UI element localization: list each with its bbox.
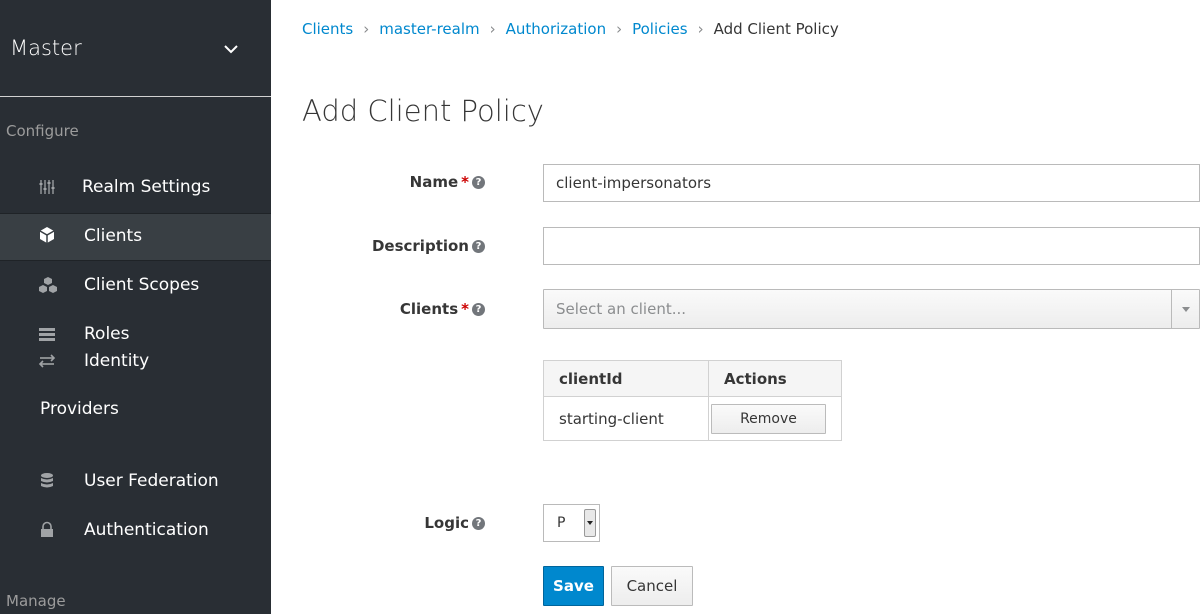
help-icon[interactable]: ? bbox=[472, 516, 485, 530]
required-marker: * bbox=[461, 300, 469, 318]
save-button[interactable]: Save bbox=[543, 566, 604, 606]
breadcrumb-separator: › bbox=[616, 20, 623, 38]
sidebar-item-user-federation[interactable]: User Federation bbox=[0, 458, 271, 506]
chevron-down-icon bbox=[224, 45, 238, 54]
sliders-icon bbox=[39, 180, 55, 194]
sidebar-item-label: Clients bbox=[84, 226, 143, 246]
description-label: Description ? bbox=[372, 237, 485, 255]
sidebar-item-client-scopes[interactable]: Client Scopes bbox=[0, 262, 271, 310]
clients-label-text: Clients bbox=[399, 300, 459, 318]
breadcrumb-link-policies[interactable]: Policies bbox=[632, 20, 687, 38]
breadcrumb-separator: › bbox=[489, 20, 496, 38]
breadcrumb-current: Add Client Policy bbox=[713, 20, 839, 38]
table-header-row: clientId Actions bbox=[543, 360, 842, 397]
cell-actions: Remove bbox=[708, 396, 842, 441]
logic-label: Logic ? bbox=[424, 514, 485, 532]
sidebar-item-label: Client Scopes bbox=[84, 275, 200, 295]
breadcrumb-separator: › bbox=[363, 20, 370, 38]
help-icon[interactable]: ? bbox=[472, 239, 485, 253]
breadcrumb: Clients › master-realm › Authorization › Polic… bbox=[302, 20, 839, 38]
clients-table: clientId Actions starting-client Remove bbox=[543, 360, 842, 441]
column-header-clientid: clientId bbox=[543, 360, 709, 397]
breadcrumb-link-clients[interactable]: Clients bbox=[302, 20, 353, 38]
breadcrumb-link-master-realm[interactable]: master-realm bbox=[379, 20, 479, 38]
caret-down-icon bbox=[1182, 307, 1190, 312]
clients-select[interactable]: Select an client... bbox=[543, 289, 1200, 329]
cancel-button[interactable]: Cancel bbox=[611, 566, 693, 606]
sidebar: Master Configure Realm Settings Clients … bbox=[0, 0, 271, 614]
description-input[interactable] bbox=[543, 227, 1200, 265]
logic-select-value: P bbox=[557, 515, 566, 531]
caret-down-icon bbox=[587, 521, 593, 525]
sidebar-item-identity-providers[interactable]: Identity Providers bbox=[0, 336, 271, 419]
help-icon[interactable]: ? bbox=[472, 302, 485, 316]
clients-select-placeholder: Select an client... bbox=[556, 300, 687, 318]
section-label-manage: Manage bbox=[6, 592, 66, 610]
sidebar-item-label: Realm Settings bbox=[82, 177, 211, 197]
realm-selector[interactable]: Master bbox=[0, 0, 271, 97]
database-icon bbox=[41, 473, 53, 488]
clients-select-toggle[interactable] bbox=[1171, 290, 1199, 328]
sidebar-item-label: Authentication bbox=[84, 520, 209, 540]
page-title: Add Client Policy bbox=[302, 94, 544, 128]
logic-select[interactable]: P bbox=[543, 504, 600, 542]
required-marker: * bbox=[461, 173, 469, 191]
breadcrumb-link-authorization[interactable]: Authorization bbox=[506, 20, 606, 38]
sidebar-item-clients[interactable]: Clients bbox=[0, 213, 271, 261]
description-label-text: Description bbox=[371, 237, 469, 255]
cube-icon bbox=[39, 227, 55, 243]
clients-label: Clients * ? bbox=[400, 300, 485, 318]
column-header-actions: Actions bbox=[708, 360, 842, 397]
logic-label-text: Logic bbox=[424, 514, 469, 532]
sidebar-item-label: User Federation bbox=[84, 471, 219, 491]
cell-clientid: starting-client bbox=[543, 396, 709, 441]
lock-icon bbox=[41, 521, 53, 537]
section-label-configure: Configure bbox=[6, 122, 79, 140]
sidebar-item-realm-settings[interactable]: Realm Settings bbox=[0, 164, 271, 212]
name-label-text: Name bbox=[409, 173, 459, 191]
breadcrumb-separator: › bbox=[697, 20, 704, 38]
cubes-icon bbox=[39, 277, 57, 293]
sidebar-item-authentication[interactable]: Authentication bbox=[0, 507, 271, 555]
name-label: Name * ? bbox=[410, 173, 485, 191]
exchange-icon bbox=[38, 354, 56, 368]
realm-name: Master bbox=[10, 36, 82, 60]
logic-select-toggle[interactable] bbox=[584, 509, 596, 537]
help-icon[interactable]: ? bbox=[472, 175, 485, 189]
sidebar-item-label: Identity bbox=[84, 351, 150, 371]
sidebar-item-label: Providers bbox=[40, 399, 119, 419]
name-input[interactable] bbox=[543, 164, 1200, 202]
table-row: starting-client Remove bbox=[543, 396, 842, 441]
remove-button[interactable]: Remove bbox=[711, 403, 826, 434]
